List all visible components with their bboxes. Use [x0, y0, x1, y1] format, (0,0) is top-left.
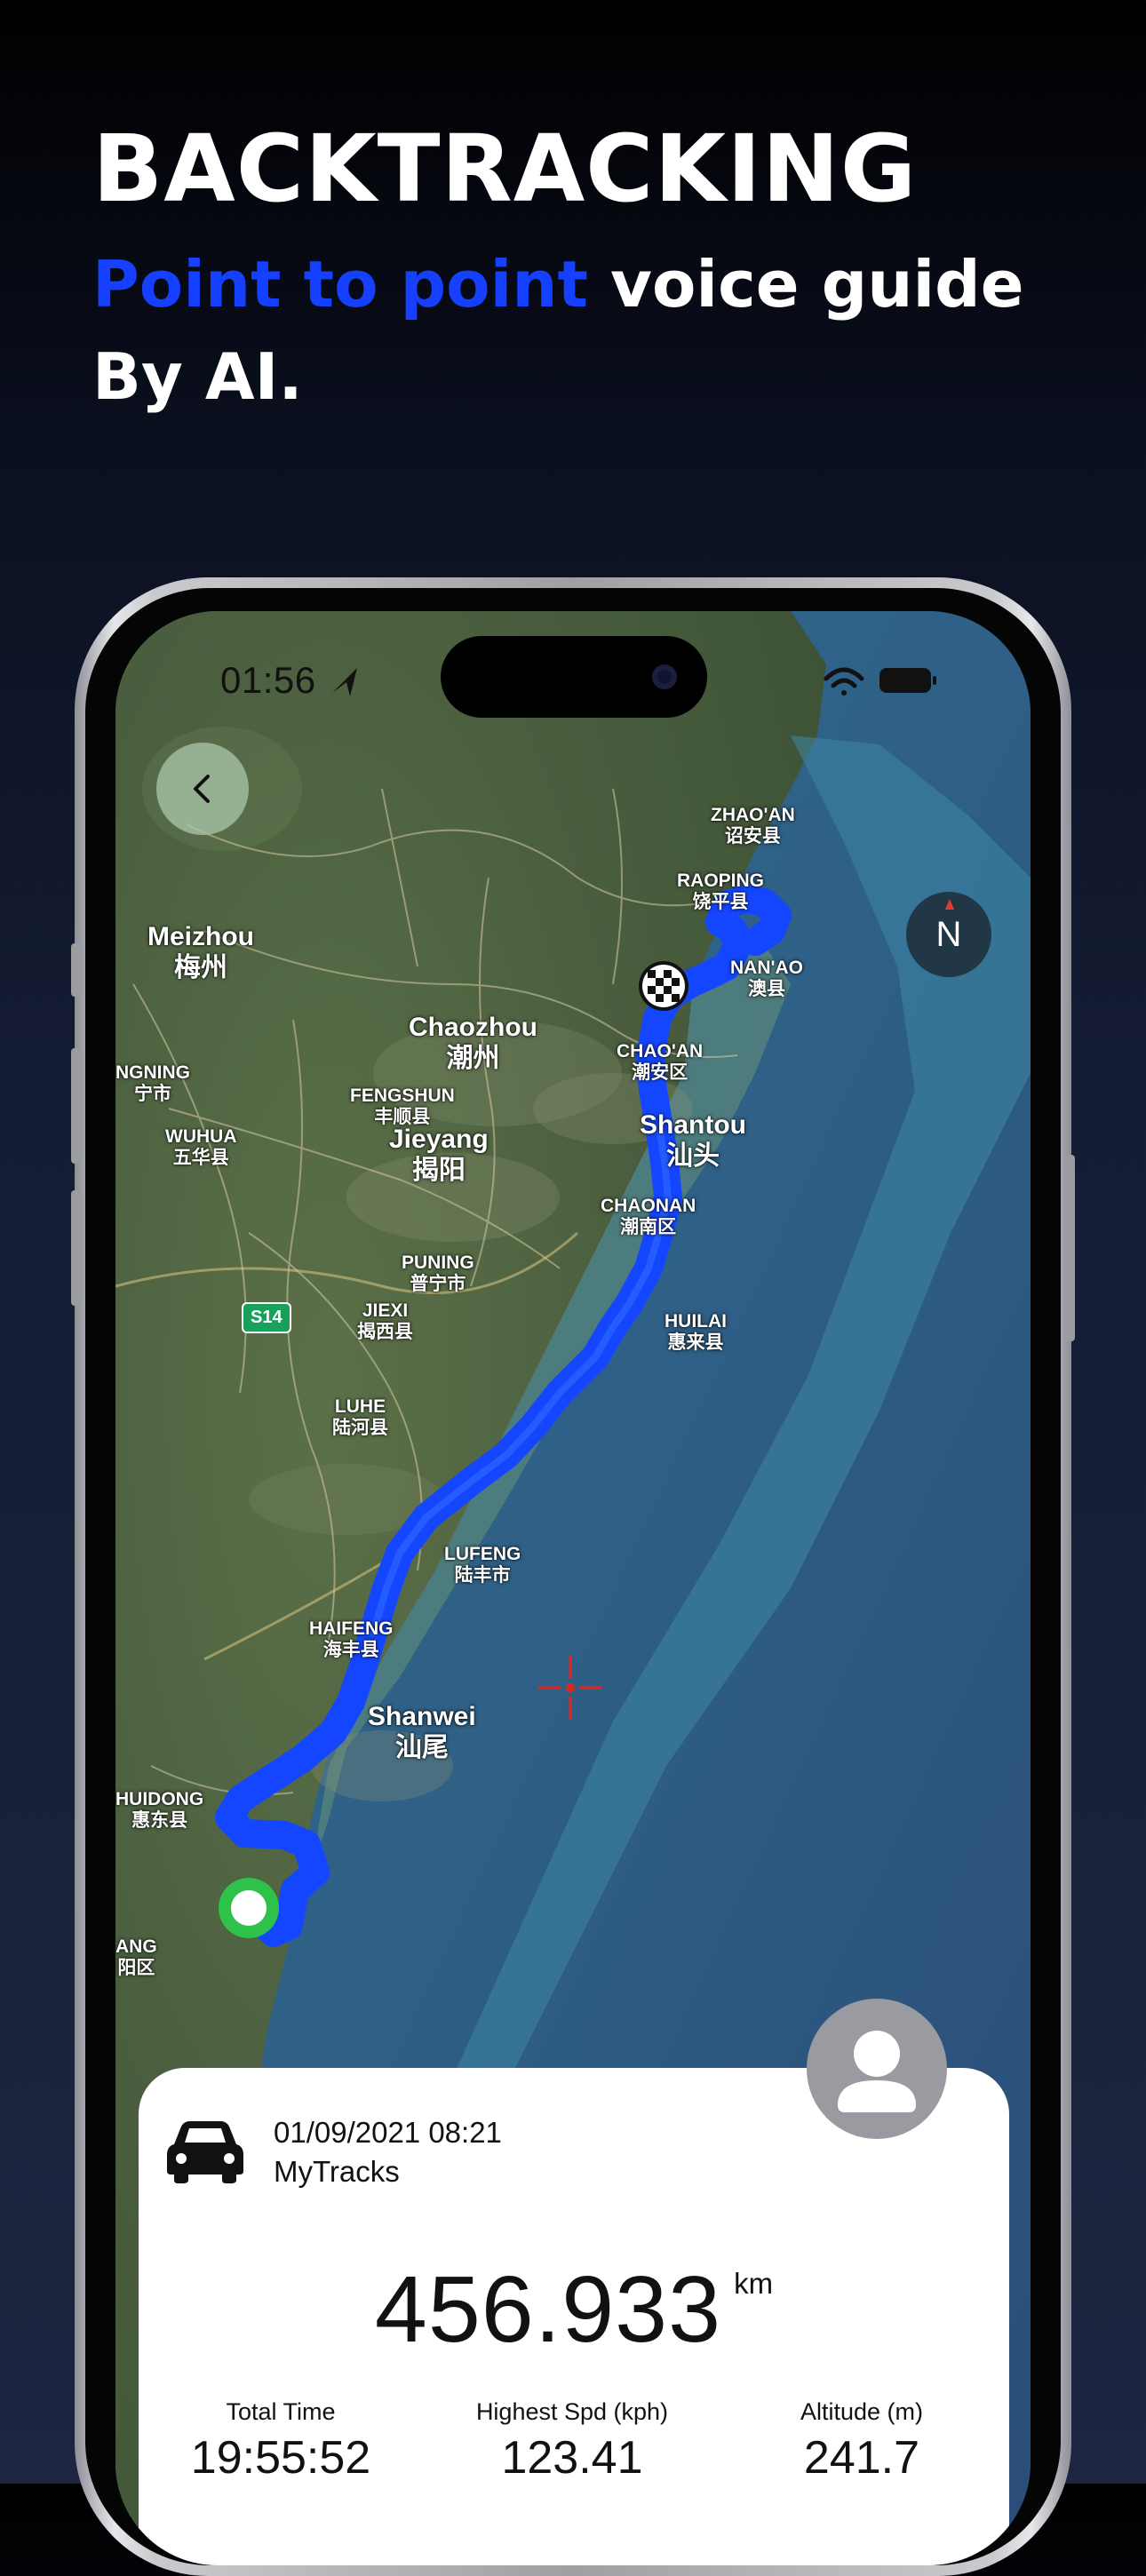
place-label: WUHUA 五华县 [165, 1126, 237, 1169]
distance-value: 456.933 [374, 2257, 722, 2362]
trip-name: MyTracks [274, 2155, 400, 2188]
status-time: 01:56 [220, 659, 316, 701]
trip-datetime: 01/09/2021 08:21 [274, 2116, 502, 2149]
dynamic-island [441, 636, 707, 718]
action-button [71, 943, 80, 997]
place-label: LUFENG 陆丰市 [444, 1544, 521, 1586]
compass-north-marker [945, 899, 954, 910]
place-label: HUIDONG 惠东县 [115, 1789, 204, 1832]
camera-icon [652, 664, 677, 689]
hero: BACKTRACKING Point to point voice guide … [92, 115, 1024, 423]
stat-label: Highest Spd (kph) [475, 2398, 669, 2425]
hero-subtitle-line2: By AI. [92, 339, 303, 414]
place-label: CHAONAN 潮南区 [601, 1196, 696, 1238]
place-label: HUILAI 惠来县 [665, 1311, 727, 1354]
place-label: Chaozhou 潮州 [409, 1013, 537, 1073]
place-label: Shanwei 汕尾 [368, 1702, 476, 1762]
compass-label: N [935, 914, 962, 954]
place-label: ZHAO'AN 诏安县 [711, 805, 795, 847]
place-label: LUHE 陆河县 [332, 1396, 388, 1439]
stat-value: 123.41 [501, 2432, 643, 2484]
place-label: HAIFENG 海丰县 [309, 1618, 394, 1661]
user-icon [838, 2031, 916, 2112]
place-label: Meizhou 梅州 [147, 922, 254, 982]
place-label: RAOPING 饶平县 [677, 871, 765, 913]
stat-label: Total Time [226, 2398, 336, 2425]
place-label: Jieyang 揭阳 [389, 1125, 489, 1185]
place-label: NAN'AO 澳县 [730, 958, 803, 1000]
hero-subtitle: Point to point voice guide By AI. [92, 238, 1024, 423]
stat-highest-speed: Highest Spd (kph) 123.41 [439, 2398, 705, 2485]
stat-altitude: Altitude (m) 241.7 [728, 2398, 995, 2485]
hero-subtitle-accent: Point to point [92, 247, 588, 322]
place-label: FENGSHUN 丰顺县 [350, 1085, 455, 1128]
chevron-left-icon [194, 775, 210, 803]
place-label: Shantou 汕头 [640, 1110, 746, 1171]
stat-total-time: Total Time 19:55:52 [147, 2398, 414, 2485]
hero-subtitle-rest: voice guide [587, 247, 1024, 322]
stat-value: 241.7 [803, 2432, 920, 2484]
back-button[interactable] [156, 743, 249, 835]
stat-label: Altitude (m) [800, 2398, 924, 2425]
hero-title: BACKTRACKING [92, 115, 918, 223]
place-label: JIEXI 揭西县 [357, 1300, 413, 1343]
phone-screen: 01:56 N S14 Meizhou 梅州 Chaozhou 潮州 Jieyang… [115, 611, 1031, 2565]
place-label: ANG 阳区 [115, 1936, 157, 1979]
finish-flag-icon [639, 961, 688, 1011]
place-label: CHAO'AN 潮安区 [617, 1041, 704, 1084]
trip-summary-card[interactable]: 01/09/2021 08:21 MyTracks 456.933 km Tota… [139, 2068, 1009, 2565]
place-label: PUNING 普宁市 [402, 1252, 474, 1295]
trip-distance: 456.933 km [139, 2256, 1009, 2364]
volume-up-button [71, 1048, 80, 1164]
battery-icon [879, 668, 936, 693]
avatar[interactable] [807, 1999, 947, 2139]
compass-button[interactable]: N [906, 892, 991, 977]
start-point-icon [219, 1878, 279, 1938]
stat-value: 19:55:52 [190, 2432, 371, 2484]
volume-down-button [71, 1190, 80, 1306]
road-shield: S14 [242, 1302, 291, 1333]
distance-unit: km [734, 2267, 774, 2300]
car-icon [167, 2121, 243, 2183]
place-label: NGNING 宁市 [115, 1062, 190, 1105]
power-button [1066, 1155, 1075, 1341]
